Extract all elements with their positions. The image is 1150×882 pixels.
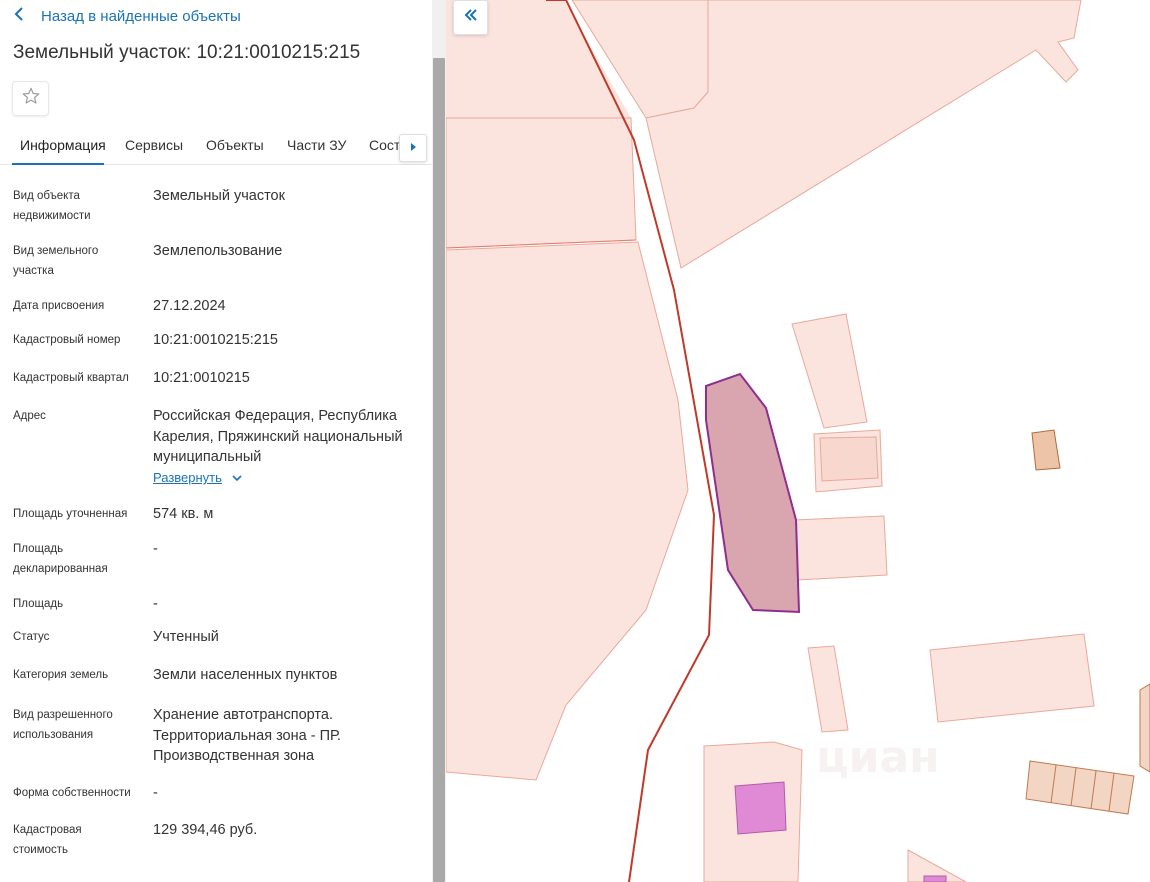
map-parcel[interactable] [819,436,879,482]
info-label: Кадастровая стоимость [13,824,82,856]
map-parcel[interactable] [446,241,689,781]
caret-right-icon [409,139,417,157]
tab-bar: Информация Сервисы Объекты Части ЗУ Сост… [0,128,432,165]
info-label: Кадастровый квартал [13,372,129,384]
tab-land-parts[interactable]: Части ЗУ [287,137,346,153]
map-parcel[interactable] [793,515,888,581]
info-value: Земельный участок [153,188,285,204]
info-label: Вид разрешенного использования [13,709,113,741]
info-value: - [153,785,158,801]
map-building[interactable] [1025,760,1135,815]
map-parcel[interactable] [807,645,849,733]
info-value: 574 кв. м [153,506,214,522]
tab-services[interactable]: Сервисы [125,137,183,153]
info-label: Статус [13,631,50,643]
info-value: Земли населенных пунктов [153,667,338,683]
favorite-button[interactable] [12,81,49,116]
info-label: Адрес [13,410,46,422]
info-label: Площадь [13,598,64,610]
collapse-panel-button[interactable] [453,0,488,35]
info-label: Кадастровый номер [13,334,121,346]
map-parcel[interactable] [791,313,868,429]
map-building[interactable] [1031,429,1061,471]
info-value: - [153,596,158,612]
map-parcel[interactable] [446,117,637,249]
map-watermark: циан [816,732,940,783]
info-value: Учтенный [153,629,219,645]
back-link-label: Назад в найденные объекты [41,7,241,25]
info-label: Площадь декларированная [13,543,108,575]
info-value: - [153,541,158,557]
info-value: Хранение автотранспорта. Территориальная… [153,707,341,764]
map-parcel[interactable] [929,633,1095,723]
cadastral-map[interactable]: циан [446,0,1150,882]
expand-label: Развернуть [153,470,222,485]
star-icon [21,86,41,111]
map-canvas: циан [446,0,1150,882]
map-parcel[interactable] [645,0,1082,269]
selected-parcel[interactable] [705,372,801,614]
active-tab-indicator [12,163,104,165]
expand-address-link[interactable]: Развернуть [153,470,242,485]
panel-scrollbar-thumb[interactable] [433,58,445,882]
info-label: Дата присвоения [13,300,105,312]
info-label: Категория земель [13,669,109,681]
tab-information[interactable]: Информация [20,137,106,153]
info-value: 129 394,46 руб. [153,822,258,838]
info-list: Вид объекта недвижимости Земельный участ… [0,166,432,882]
info-value: 10:21:0010215:215 [153,332,278,348]
double-chevron-left-icon [463,8,479,27]
info-label: Форма собственности [13,787,131,799]
info-label: Вид земельного участка [13,245,99,277]
map-building[interactable] [923,875,947,882]
info-value: 10:21:0010215 [153,370,250,386]
back-to-results-link[interactable]: Назад в найденные объекты [14,6,241,26]
tabs-scroll-right-button[interactable] [399,134,427,162]
info-value: Землепользование [153,243,283,259]
chevron-left-icon [14,6,32,26]
info-label: Вид объекта недвижимости [13,190,91,222]
info-value: Российская Федерация, Республика Карелия… [153,408,403,465]
object-info-panel: Назад в найденные объекты Земельный учас… [0,0,432,882]
info-value: 27.12.2024 [153,298,226,314]
map-building[interactable] [734,781,787,835]
info-label: Площадь уточненная [13,508,128,520]
chevron-down-icon [232,470,242,485]
map-parcel[interactable] [1139,683,1150,773]
tab-objects[interactable]: Объекты [206,137,264,153]
page-title: Земельный участок: 10:21:0010215:215 [13,42,361,63]
